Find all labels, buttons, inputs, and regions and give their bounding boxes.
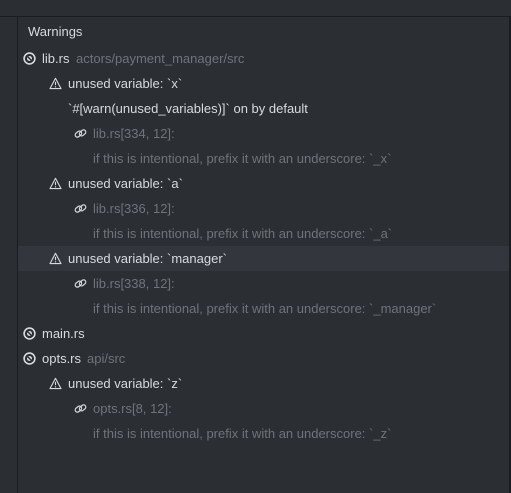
location-row-lib-334[interactable]: lib.rs[334, 12]:: [18, 121, 509, 146]
file-row-lib-rs[interactable]: lib.rs actors/payment_manager/src: [18, 46, 509, 71]
warning-row-a[interactable]: unused variable: `a`: [18, 171, 509, 196]
warning-message: unused variable: `z`: [68, 376, 183, 391]
warning-note-row: `#[warn(unused_variables)]` on by defaul…: [18, 96, 509, 121]
warning-icon: [49, 177, 62, 190]
help-text: if this is intentional, prefix it with a…: [93, 226, 393, 241]
help-text: if this is intentional, prefix it with a…: [93, 426, 392, 441]
warning-icon: [49, 377, 62, 390]
location-link[interactable]: lib.rs[338, 12]:: [93, 271, 175, 296]
help-text: if this is intentional, prefix it with a…: [93, 301, 437, 316]
file-row-main-rs[interactable]: main.rs: [18, 321, 509, 346]
help-text: if this is intentional, prefix it with a…: [93, 151, 392, 166]
rust-icon: [23, 327, 36, 340]
warning-row-z[interactable]: unused variable: `z`: [18, 371, 509, 396]
rust-icon: [23, 352, 36, 365]
warning-message: unused variable: `manager`: [68, 251, 227, 266]
file-path: api/src: [87, 351, 126, 366]
file-path: actors/payment_manager/src: [76, 51, 245, 66]
warning-row-x[interactable]: unused variable: `x`: [18, 71, 509, 96]
help-row: if this is intentional, prefix it with a…: [18, 146, 509, 171]
rust-icon: [23, 52, 36, 65]
location-row-opts-8[interactable]: opts.rs[8, 12]:: [18, 396, 509, 421]
location-link[interactable]: lib.rs[334, 12]:: [93, 121, 175, 146]
location-row-lib-336[interactable]: lib.rs[336, 12]:: [18, 196, 509, 221]
file-name: lib.rs: [42, 51, 70, 66]
link-icon: [74, 279, 87, 288]
link-icon: [74, 129, 87, 138]
warning-note: `#[warn(unused_variables)]` on by defaul…: [68, 101, 308, 116]
location-link[interactable]: lib.rs[336, 12]:: [93, 196, 175, 221]
panel-title: Warnings: [28, 24, 83, 39]
warning-icon: [49, 77, 62, 90]
file-row-opts-rs[interactable]: opts.rs api/src: [18, 346, 509, 371]
warning-row-manager[interactable]: unused variable: `manager`: [18, 246, 509, 271]
warning-message: unused variable: `a`: [68, 176, 183, 191]
file-name: opts.rs: [42, 351, 82, 366]
location-link[interactable]: opts.rs[8, 12]:: [93, 396, 172, 421]
help-row: if this is intentional, prefix it with a…: [18, 221, 509, 246]
warning-message: unused variable: `x`: [68, 76, 183, 91]
link-icon: [74, 404, 87, 413]
warning-icon: [49, 252, 62, 265]
link-icon: [74, 204, 87, 213]
location-row-lib-338[interactable]: lib.rs[338, 12]:: [18, 271, 509, 296]
file-name: main.rs: [42, 326, 85, 341]
help-row: if this is intentional, prefix it with a…: [18, 296, 509, 321]
help-row: if this is intentional, prefix it with a…: [18, 421, 509, 446]
warnings-panel: Warnings lib.rs actors/payment_manager/s…: [18, 17, 509, 493]
